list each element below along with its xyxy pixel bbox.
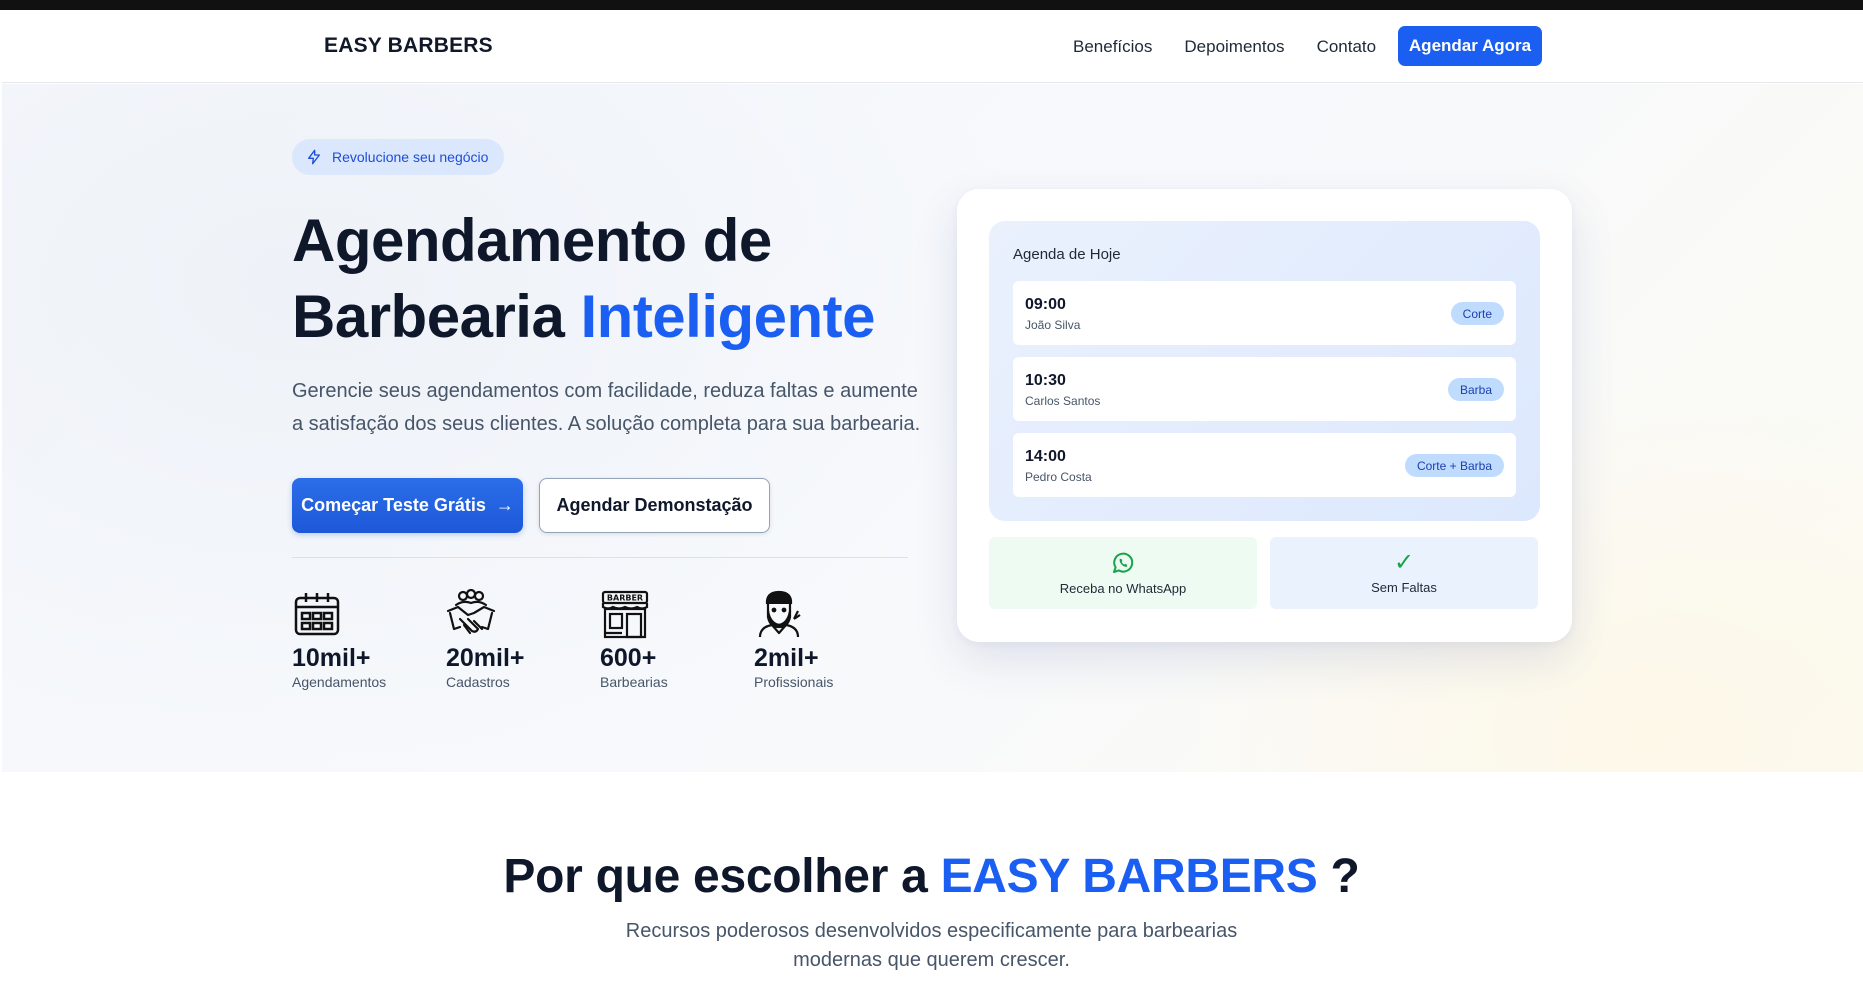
stat-agendamentos: 10mil+ Agendamentos <box>292 589 422 691</box>
stat-barbearias: BARBER 600+ Barbearias <box>600 589 730 691</box>
service-tag: Corte + Barba <box>1404 454 1504 477</box>
handshake-icon <box>446 589 496 635</box>
hero-badge: Revolucione seu negócio <box>292 139 505 175</box>
nav-link-depoimentos[interactable]: Depoimentos <box>1184 37 1284 57</box>
start-free-trial-button[interactable]: Começar Teste Grátis → <box>292 478 523 533</box>
hero-title-line1: Agendamento de <box>292 207 772 274</box>
nav-link-contato[interactable]: Contato <box>1317 37 1377 57</box>
agenda-title: Agenda de Hoje <box>1013 246 1121 263</box>
schedule-now-button[interactable]: Agendar Agora <box>1398 26 1542 66</box>
hero-title-line2: Barbearia <box>292 283 581 350</box>
appointment-client: João Silva <box>1025 318 1081 332</box>
brand-logo[interactable]: EASY BARBERS <box>324 34 493 58</box>
appointment-client: Carlos Santos <box>1025 394 1101 408</box>
appointment-item[interactable]: 09:00 João Silva Corte <box>1013 281 1516 345</box>
nav-link-beneficios[interactable]: Benefícios <box>1073 37 1152 57</box>
feature-whatsapp: Receba no WhatsApp <box>989 537 1257 609</box>
hero-title-accent: Inteligente <box>580 283 876 350</box>
stat-label: Barbearias <box>600 674 668 690</box>
why-section-title: Por que escolher a EASY BARBERS ? <box>0 849 1863 904</box>
barber-shop-icon: BARBER <box>601 590 649 639</box>
appointment-time: 10:30 <box>1025 372 1066 389</box>
hero-title: Agendamento de Barbearia Inteligente <box>292 203 876 355</box>
arrow-right-icon: → <box>495 495 514 515</box>
stat-value: 20mil+ <box>446 644 525 672</box>
hero-lead: Gerencie seus agendamentos com facilidad… <box>292 380 921 435</box>
appointment-time: 14:00 <box>1025 448 1066 465</box>
agenda-panel: Agenda de Hoje 09:00 João Silva Corte 10… <box>989 221 1540 521</box>
why-title-suffix: ? <box>1317 850 1360 903</box>
navbar: EASY BARBERS Benefícios Depoimentos Cont… <box>2 10 1863 83</box>
calendar-icon <box>294 593 340 636</box>
agenda-preview-card: Agenda de Hoje 09:00 João Silva Corte 10… <box>957 189 1572 642</box>
feature-no-shows: ✓ Sem Faltas <box>1270 537 1538 609</box>
nav-links: Benefícios Depoimentos Contato <box>1073 37 1376 57</box>
feature-label: Receba no WhatsApp <box>1059 580 1187 596</box>
appointment-item[interactable]: 10:30 Carlos Santos Barba <box>1013 357 1516 421</box>
appointment-client: Pedro Costa <box>1025 470 1092 484</box>
stat-value: 10mil+ <box>292 644 371 672</box>
window-top-bar <box>0 0 1863 10</box>
why-title-accent: EASY BARBERS <box>940 850 1318 903</box>
appointment-time: 09:00 <box>1025 296 1066 313</box>
why-section-subtitle: Recursos poderosos desenvolvidos especif… <box>625 920 1238 971</box>
stat-value: 2mil+ <box>754 644 819 672</box>
why-title-prefix: Por que escolher a <box>503 850 941 903</box>
stat-label: Cadastros <box>446 674 510 690</box>
stat-cadastros: 20mil+ Cadastros <box>446 589 576 691</box>
hero-section <box>2 84 1863 772</box>
service-tag: Barba <box>1447 378 1504 401</box>
stat-label: Profissionais <box>754 674 834 690</box>
stat-label: Agendamentos <box>292 674 387 690</box>
feature-label: Sem Faltas <box>1371 579 1437 595</box>
lightning-icon <box>308 149 320 165</box>
hero-badge-label: Revolucione seu negócio <box>332 149 489 165</box>
service-tag: Corte <box>1450 302 1504 325</box>
appointment-item[interactable]: 14:00 Pedro Costa Corte + Barba <box>1013 433 1516 497</box>
check-icon: ✓ <box>1393 548 1415 576</box>
barber-icon <box>758 590 801 638</box>
whatsapp-icon <box>1113 552 1134 573</box>
schedule-demo-button[interactable]: Agendar Demonstação <box>539 478 770 533</box>
stat-value: 600+ <box>600 644 657 672</box>
svg-text:BARBER: BARBER <box>607 594 643 603</box>
start-free-trial-label: Começar Teste Grátis <box>301 495 486 515</box>
hero-divider <box>292 557 908 558</box>
stat-profissionais: 2mil+ Profissionais <box>754 589 884 691</box>
